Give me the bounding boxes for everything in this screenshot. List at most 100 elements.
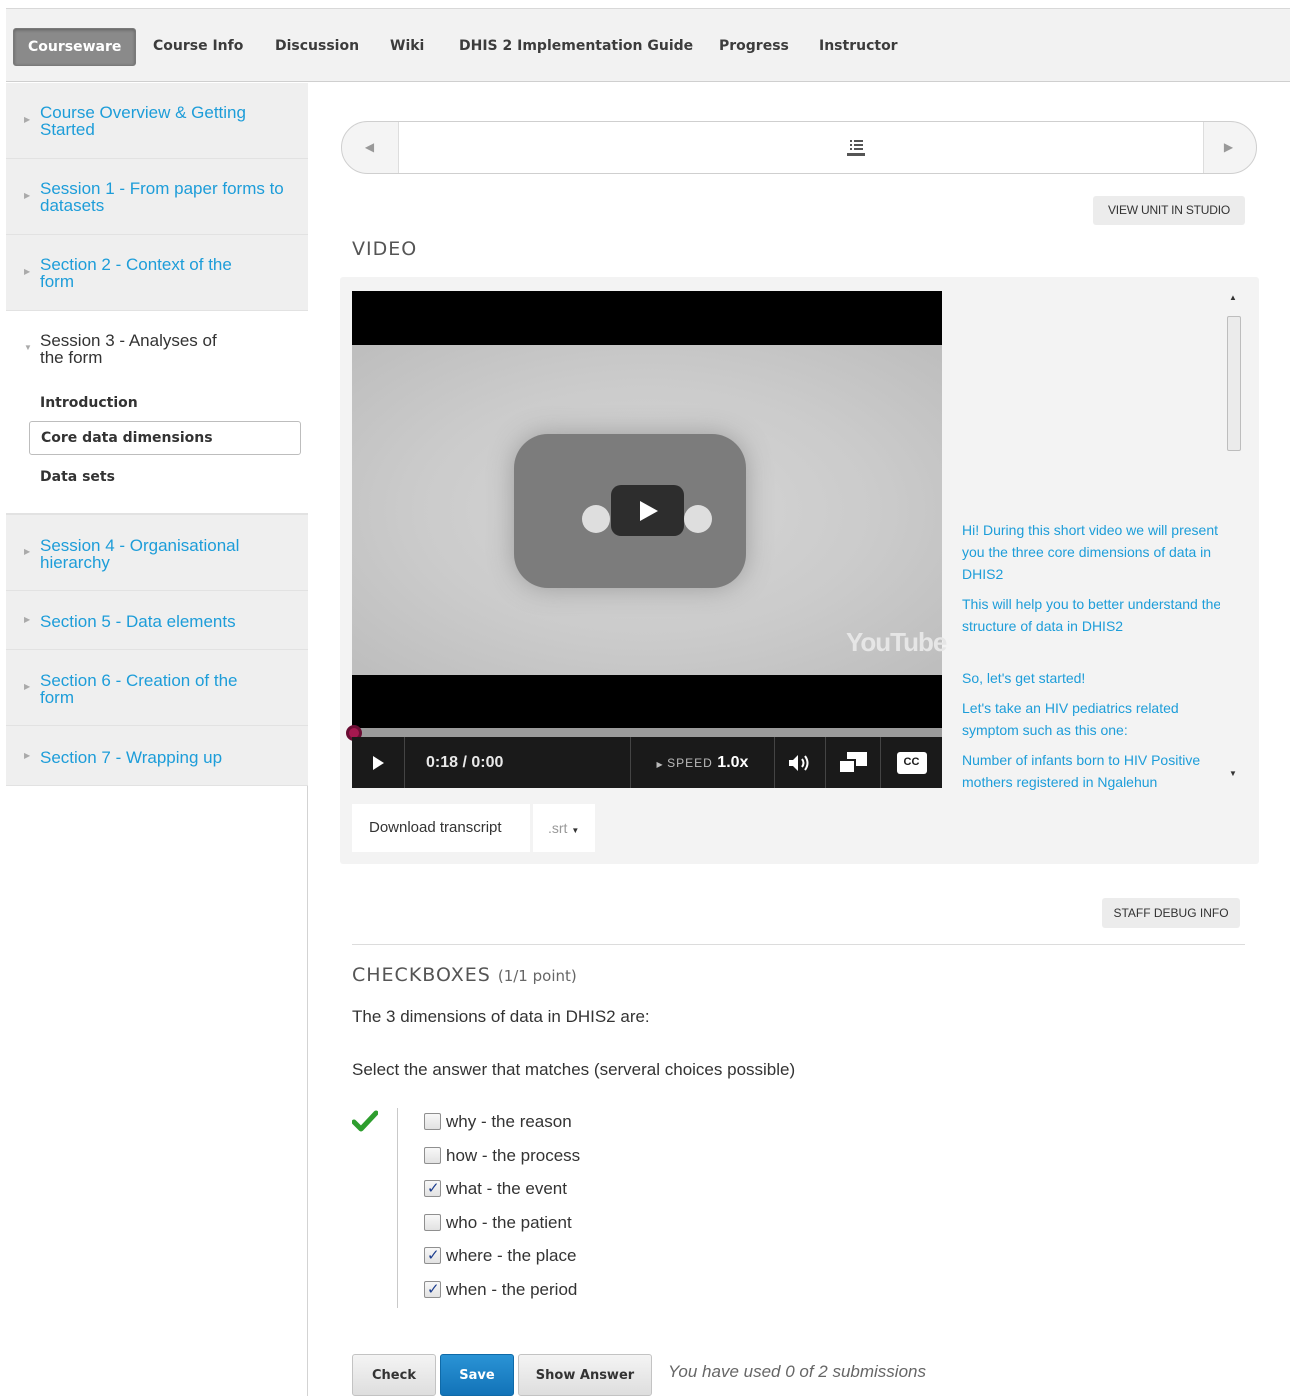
tab-discussion[interactable]: Discussion [261, 28, 373, 66]
checkbox[interactable] [424, 1147, 441, 1164]
sidebar-chapter-label: Section 5 - Data elements [40, 612, 236, 631]
tab-course-info[interactable]: Course Info [139, 28, 257, 66]
checkbox[interactable] [424, 1246, 441, 1264]
next-unit-button[interactable]: ▶ [1201, 122, 1256, 173]
video-heading: VIDEO [352, 238, 418, 260]
tab-instructor[interactable]: Instructor [805, 28, 912, 66]
problem-question: The 3 dimensions of data in DHIS2 are: [352, 1007, 650, 1026]
problem-title: CHECKBOXES [352, 964, 491, 986]
checkbox[interactable] [424, 1113, 441, 1130]
scrollbar-thumb[interactable] [1227, 316, 1241, 451]
triangle-left-icon: ◀ [364, 140, 375, 154]
save-button[interactable]: Save [440, 1354, 514, 1396]
format-label: .srt [548, 820, 568, 836]
sidebar-chapter-section-6[interactable]: ▶ Section 6 - Creation of the form [6, 650, 308, 726]
tab-implementation-guide[interactable]: DHIS 2 Implementation Guide [445, 28, 707, 66]
chevron-right-icon: ▶ [24, 191, 31, 200]
speed-label: SPEED [667, 756, 713, 770]
fullscreen-icon [838, 751, 867, 774]
chevron-right-icon: ▶ [656, 760, 663, 769]
choices-divider [397, 1108, 398, 1308]
sidebar-chapter-label: Course Overview & Getting Started [40, 103, 246, 139]
sidebar-chapter-overview[interactable]: ▶ Course Overview & Getting Started [6, 83, 308, 159]
sidebar-chapter-session-3[interactable]: ▼ Session 3 - Analyses of the form Intro… [6, 311, 308, 514]
chevron-right-icon: ▶ [24, 682, 31, 691]
download-transcript-button[interactable]: Download transcript [352, 804, 530, 852]
video-module: YouTube 0:18 / 0:00 ▶ SPEED 1.0x CC Hi! … [340, 277, 1259, 864]
sidebar-subsection-core-data-dimensions[interactable]: Core data dimensions [29, 421, 301, 455]
transcript-format-dropdown[interactable]: .srt ▼ [533, 804, 595, 852]
tab-progress[interactable]: Progress [705, 28, 803, 66]
sidebar-chapter-section-7[interactable]: ▶ Section 7 - Wrapping up [6, 726, 308, 786]
youtube-logo: YouTube [846, 627, 947, 657]
check-button[interactable]: Check [352, 1354, 436, 1396]
video-player[interactable]: YouTube 0:18 / 0:00 ▶ SPEED 1.0x CC [346, 291, 947, 788]
scroll-down-arrow-icon[interactable]: ▼ [1224, 769, 1242, 783]
closed-captions-button[interactable]: CC [881, 737, 942, 788]
chevron-right-icon: ▶ [24, 267, 31, 276]
play-overlay-button[interactable] [611, 485, 684, 536]
scroll-up-arrow-icon[interactable]: ▲ [1224, 293, 1242, 307]
chevron-down-icon: ▼ [24, 343, 32, 352]
tab-courseware[interactable]: Courseware [13, 28, 137, 66]
problem-points: (1/1 point) [497, 967, 577, 985]
speed-value: 1.0x [717, 754, 749, 771]
checkbox[interactable] [424, 1280, 441, 1298]
sidebar-chapter-section-5[interactable]: ▶ Section 5 - Data elements [6, 591, 308, 650]
divider [352, 944, 1245, 945]
chevron-down-icon: ▼ [571, 826, 580, 835]
sidebar-chapter-label: Section 2 - Context of the form [40, 255, 232, 291]
transcript-line[interactable]: So, let's get started! [962, 667, 1220, 689]
sidebar-chapter-section-2[interactable]: ▶ Section 2 - Context of the form [6, 235, 308, 311]
chevron-right-icon: ▶ [24, 547, 31, 556]
sidebar-subsection-data-sets[interactable]: Data sets [40, 469, 115, 485]
cc-icon: CC [896, 751, 927, 774]
speed-control[interactable]: ▶ SPEED 1.0x [630, 737, 775, 788]
sidebar-chapter-session-4[interactable]: ▶ Session 4 - Organisational hierarchy [6, 514, 308, 591]
tab-wiki[interactable]: Wiki [376, 28, 438, 66]
video-time: 0:18 / 0:00 [426, 754, 504, 771]
course-navigation-sidebar: ▶ Course Overview & Getting Started ▶ Se… [6, 83, 308, 1396]
placeholder-dot [684, 505, 712, 533]
choice-label: what - the event [446, 1179, 567, 1198]
choice-label: how - the process [446, 1146, 581, 1165]
staff-debug-info-button[interactable]: STAFF DEBUG INFO [1102, 898, 1240, 928]
transcript-line[interactable]: Number of infants born to HIV Positive m… [962, 749, 1220, 791]
checkbox[interactable] [424, 1179, 441, 1197]
fullscreen-button[interactable] [826, 737, 881, 788]
sidebar-chapter-label: Session 1 - From paper forms to datasets [40, 179, 284, 215]
sidebar-chapter-label: Section 6 - Creation of the form [40, 671, 238, 707]
submissions-note: You have used 0 of 2 submissions [668, 1362, 926, 1381]
video-controls: 0:18 / 0:00 ▶ SPEED 1.0x CC [352, 737, 942, 788]
view-unit-in-studio-button[interactable]: VIEW UNIT IN STUDIO [1093, 196, 1245, 225]
volume-button[interactable] [775, 737, 826, 788]
choice-label: who - the patient [446, 1213, 572, 1232]
transcript-panel[interactable]: Hi! During this short video we will pres… [950, 291, 1220, 791]
transcript-line[interactable]: Let's take an HIV pediatrics related sym… [962, 697, 1220, 741]
sidebar-subsection-introduction[interactable]: Introduction [40, 395, 138, 411]
previous-unit-button[interactable]: ◀ [342, 122, 397, 173]
unit-tab [398, 122, 1204, 173]
sidebar-chapter-session-1[interactable]: ▶ Session 1 - From paper forms to datase… [6, 159, 308, 235]
problem-instruction: Select the answer that matches (serveral… [352, 1060, 796, 1079]
course-tabs-bar: Courseware Course Info Discussion Wiki D… [6, 8, 1290, 82]
transcript-scrollbar[interactable]: ▲ ▼ [1224, 293, 1242, 789]
play-button[interactable] [352, 737, 405, 788]
show-answer-button[interactable]: Show Answer [518, 1354, 652, 1396]
problem-heading: CHECKBOXES (1/1 point) [352, 964, 577, 986]
chevron-right-icon: ▶ [24, 615, 31, 624]
transcript-line[interactable]: Hi! During this short video we will pres… [962, 519, 1220, 585]
sidebar-chapter-label: Session 3 - Analyses of the form [40, 331, 217, 367]
list-icon[interactable] [846, 138, 866, 158]
checkmark-icon [352, 1110, 378, 1132]
chevron-right-icon: ▶ [24, 115, 31, 124]
chevron-right-icon: ▶ [24, 751, 31, 760]
sidebar-chapter-label: Session 4 - Organisational hierarchy [40, 536, 240, 572]
choice-label: where - the place [446, 1246, 577, 1265]
checkbox[interactable] [424, 1214, 441, 1231]
video-progress-bar[interactable] [352, 728, 942, 737]
choice-label: why - the reason [446, 1112, 572, 1131]
transcript-line[interactable]: This will help you to better understand … [962, 593, 1220, 637]
choice-label: when - the period [446, 1280, 578, 1299]
triangle-right-icon: ▶ [1223, 140, 1234, 154]
